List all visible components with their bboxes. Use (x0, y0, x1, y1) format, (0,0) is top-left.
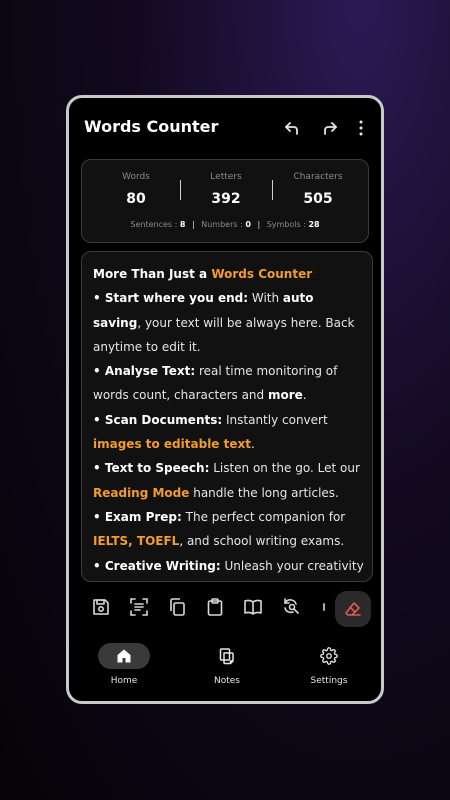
editor-paragraph: • Analyse Text: real time monitoring of … (93, 359, 364, 408)
bullet: • (93, 291, 105, 306)
feature-highlight: images to editable text (93, 437, 251, 452)
stat-separator: | (191, 220, 195, 229)
toolbar-scroll-indicator (323, 603, 325, 611)
app-window: Words Counter Words 80 Letters 392 Chara… (66, 95, 384, 704)
nav-notes-indicator (201, 643, 253, 669)
editor-paragraph: • Start where you end: With auto saving,… (93, 286, 364, 359)
symbols-label: Symbols : (266, 220, 306, 229)
editor-paragraph: • Creative Writing: Unleash your creativ… (93, 554, 364, 581)
intro-text: More Than Just a (93, 267, 212, 281)
feature-text: . (250, 437, 255, 452)
feature-text: . (302, 388, 307, 403)
scan-document-icon[interactable] (129, 597, 149, 617)
clear-text-icon (343, 599, 363, 619)
feature-text: , and school writing exams. (179, 534, 345, 549)
more-options-icon[interactable] (355, 118, 375, 138)
editor-paragraph: • Exam Prep: The perfect companion for I… (93, 505, 364, 554)
notes-icon (218, 647, 236, 665)
stat-characters-value: 505 (303, 191, 333, 207)
feature-title: Creative Writing: (104, 558, 221, 573)
find-replace-icon[interactable] (281, 597, 301, 617)
stat-letters: Letters 392 (180, 172, 272, 207)
feature-highlight: Reading Mode (93, 485, 190, 500)
nav-home-indicator (98, 643, 150, 669)
app-bar: Words Counter (69, 98, 381, 160)
bullet: • (93, 461, 105, 476)
paste-icon[interactable] (205, 597, 225, 617)
bullet: • (93, 509, 105, 524)
feature-title: Text to Speech: (104, 461, 210, 476)
nav-settings-label: Settings (310, 676, 348, 686)
nav-notes[interactable]: Notes (177, 635, 277, 686)
nav-notes-label: Notes (214, 676, 240, 686)
bottom-navigation: Home Notes Settings (69, 635, 381, 695)
feature-title: Start where you end: (104, 291, 249, 306)
clear-text-button[interactable] (335, 591, 371, 627)
stat-words-label: Words (122, 172, 150, 182)
save-icon[interactable] (91, 597, 111, 617)
bullet: • (93, 558, 105, 573)
copy-icon[interactable] (167, 597, 187, 617)
feature-highlight: IELTS, TOEFL (93, 534, 180, 549)
stat-letters-value: 392 (211, 191, 241, 207)
text-editor[interactable]: More Than Just a Words Counter • Start w… (81, 251, 373, 582)
sentences-value: 8 (179, 220, 186, 229)
nav-home-label: Home (110, 676, 138, 686)
symbols-value: 28 (308, 220, 320, 229)
nav-settings[interactable]: Settings (279, 635, 379, 686)
feature-text: The perfect companion for (181, 509, 346, 524)
feature-text: Listen on the go. Let our (209, 461, 360, 476)
stat-words-value: 80 (126, 191, 146, 207)
feature-text: With (248, 291, 283, 306)
reading-mode-icon[interactable] (243, 597, 263, 617)
editor-paragraph: More Than Just a Words Counter (93, 262, 364, 286)
secondary-stats: Sentences : 8 | Numbers : 0 | Symbols : … (82, 220, 368, 229)
nav-settings-indicator (303, 643, 355, 669)
feature-text: Instantly convert (222, 412, 328, 427)
stat-letters-label: Letters (210, 172, 242, 182)
nav-home[interactable]: Home (74, 635, 174, 686)
feature-title: Analyse Text: (104, 364, 196, 379)
feature-bold: more (267, 388, 303, 403)
feature-text: handle the long articles. (189, 485, 339, 500)
stat-separator: | (257, 220, 261, 229)
numbers-label: Numbers : (201, 220, 243, 229)
redo-icon[interactable] (320, 118, 340, 138)
sentences-label: Sentences : (130, 220, 178, 229)
stat-characters-label: Characters (293, 172, 343, 182)
bullet: • (93, 364, 105, 379)
editor-paragraph: • Text to Speech: Listen on the go. Let … (93, 456, 364, 505)
editor-toolbar (69, 588, 381, 627)
stats-card: Words 80 Letters 392 Characters 505 Sent… (81, 159, 369, 243)
bullet: • (93, 412, 105, 427)
stat-words: Words 80 (90, 172, 182, 207)
app-title: Words Counter (84, 117, 219, 136)
editor-paragraph: • Scan Documents: Instantly convert imag… (93, 408, 364, 457)
undo-icon[interactable] (282, 118, 302, 138)
intro-highlight: Words Counter (211, 267, 313, 281)
feature-title: Scan Documents: (104, 412, 223, 427)
feature-title: Exam Prep: (104, 509, 182, 524)
gear-icon (320, 647, 338, 665)
home-icon (116, 648, 132, 664)
numbers-value: 0 (245, 220, 251, 229)
stat-characters: Characters 505 (272, 172, 364, 207)
